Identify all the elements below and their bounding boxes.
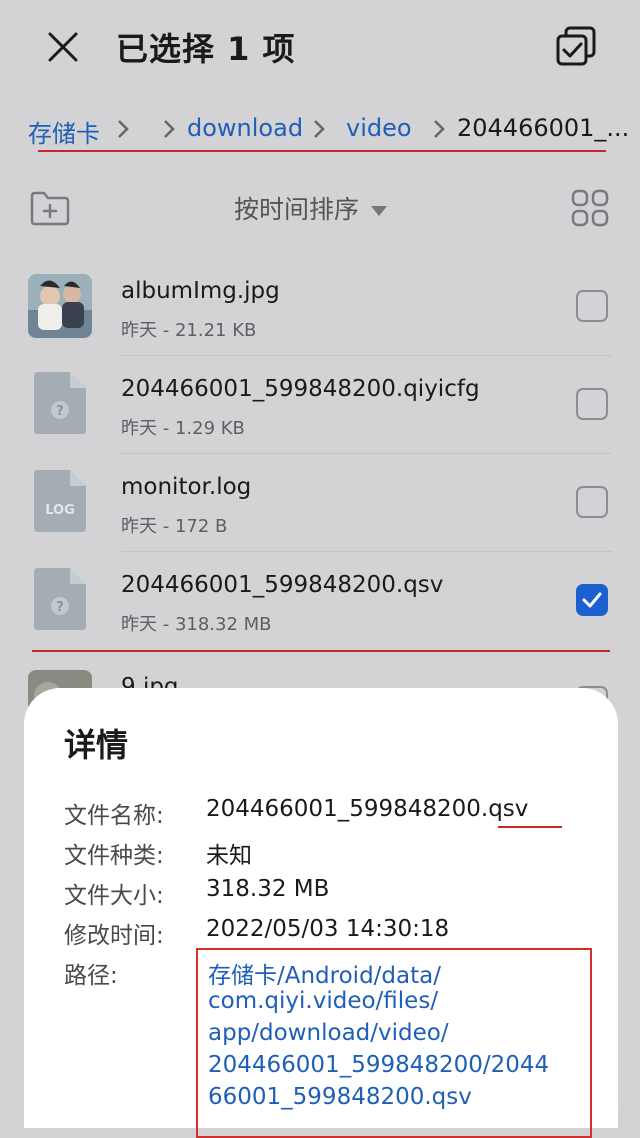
svg-text:?: ?: [56, 600, 64, 615]
detail-value: 204466001_599848200.qsv: [206, 796, 529, 822]
svg-text:?: ?: [56, 404, 64, 419]
breadcrumb-current-folder[interactable]: 204466001_...: [457, 114, 629, 142]
chevron-right-icon: [164, 120, 175, 138]
file-meta: 昨天 - 21.21 KB: [121, 320, 257, 341]
unknown-file-icon: ?: [34, 372, 86, 434]
checkmark-icon: [582, 592, 602, 608]
breadcrumb-video[interactable]: video: [346, 114, 412, 142]
close-selection-button[interactable]: [40, 24, 86, 70]
path-link-line[interactable]: 66001_599848200.qsv: [208, 1084, 472, 1110]
path-link-line[interactable]: 204466001_599848200/2044: [208, 1052, 549, 1078]
file-checkbox-checked[interactable]: [576, 584, 608, 616]
dropdown-caret-icon: [371, 206, 388, 216]
annotation-underline: [32, 650, 610, 652]
file-row-selected[interactable]: ? 204466001_599848200.qsv 昨天 - 318.32 MB: [0, 552, 640, 652]
detail-row-file-name: 文件名称: 204466001_599848200.qsv: [64, 796, 604, 836]
file-name: 204466001_599848200.qsv: [121, 572, 444, 598]
file-name: monitor.log: [121, 474, 252, 500]
unknown-file-icon: ?: [34, 568, 86, 630]
details-sheet: 详情 文件名称: 204466001_599848200.qsv 文件种类: 未…: [24, 688, 618, 1138]
path-annotation-box: 存储卡/Android/data/ com.qiyi.video/files/ …: [196, 948, 592, 1138]
file-checkbox[interactable]: [576, 388, 608, 420]
file-name: 204466001_599848200.qiyicfg: [121, 376, 480, 402]
file-meta: 昨天 - 1.29 KB: [121, 418, 245, 439]
detail-value: 318.32 MB: [206, 876, 330, 902]
detail-label: 文件种类:: [64, 843, 164, 869]
file-row[interactable]: ? 204466001_599848200.qiyicfg 昨天 - 1.29 …: [0, 356, 640, 454]
annotation-underline: [498, 826, 562, 828]
chevron-right-icon: [434, 120, 445, 138]
file-meta: 昨天 - 318.32 MB: [121, 614, 272, 635]
detail-row-file-size: 文件大小: 318.32 MB: [64, 876, 604, 916]
file-row[interactable]: albumImg.jpg 昨天 - 21.21 KB: [0, 258, 640, 356]
file-meta: 昨天 - 172 B: [121, 516, 228, 537]
selection-title: 已选择 1 项: [116, 30, 296, 68]
detail-label: 路径:: [64, 963, 118, 989]
select-all-button[interactable]: [552, 22, 600, 70]
image-thumbnail: [28, 274, 92, 338]
log-icon-label: LOG: [45, 503, 75, 518]
path-link-line[interactable]: app/download/video/: [208, 1020, 449, 1046]
select-all-icon: [556, 26, 596, 66]
path-link-line[interactable]: 存储卡/Android/data/: [208, 956, 441, 990]
log-file-icon: LOG: [34, 470, 86, 532]
detail-value: 未知: [206, 843, 252, 869]
detail-value: 2022/05/03 14:30:18: [206, 916, 450, 942]
list-toolbar: 按时间排序: [0, 180, 640, 240]
breadcrumb-download[interactable]: download: [187, 114, 303, 142]
file-checkbox[interactable]: [576, 290, 608, 322]
detail-label: 文件名称:: [64, 803, 164, 829]
sort-label: 按时间排序: [234, 195, 360, 224]
selection-top-bar: 已选择 1 项: [0, 0, 640, 92]
grid-view-button[interactable]: [570, 188, 610, 228]
breadcrumb: 存储卡 download video 204466001_...: [0, 106, 640, 152]
close-icon: [48, 32, 78, 62]
sort-by-time-button[interactable]: 按时间排序: [234, 190, 388, 226]
file-name: albumImg.jpg: [121, 278, 280, 304]
breadcrumb-storage-card[interactable]: 存储卡: [28, 114, 100, 149]
path-link-line[interactable]: com.qiyi.video/files/: [208, 988, 438, 1014]
new-folder-button[interactable]: [28, 188, 72, 228]
chevron-right-icon: [314, 120, 325, 138]
grid-view-icon: [571, 189, 609, 227]
file-manager-page: 已选择 1 项 存储卡 download video 204466001_...: [0, 0, 640, 1138]
detail-row-file-type: 文件种类: 未知: [64, 836, 604, 876]
file-checkbox[interactable]: [576, 486, 608, 518]
file-row[interactable]: LOG monitor.log 昨天 - 172 B: [0, 454, 640, 552]
detail-label: 文件大小:: [64, 883, 164, 909]
new-folder-icon: [30, 191, 70, 226]
annotation-underline: [38, 150, 606, 152]
details-title: 详情: [64, 726, 129, 764]
chevron-right-icon: [118, 120, 129, 138]
detail-label: 修改时间:: [64, 923, 164, 949]
